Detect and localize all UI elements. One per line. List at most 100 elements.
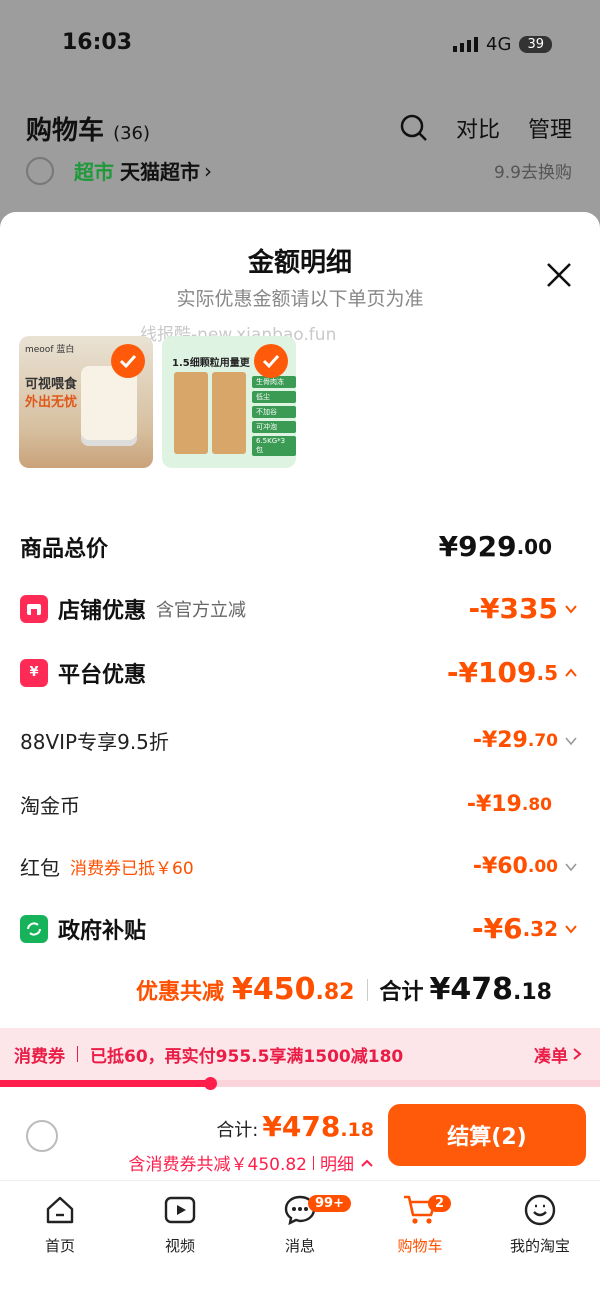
tab-label: 首页 (44, 1237, 75, 1255)
tab-video[interactable]: 视频 (120, 1191, 240, 1256)
currency-symbol: ¥ (438, 530, 459, 563)
add-items-button[interactable]: 凑单 (534, 1042, 582, 1067)
chevron-down-icon (565, 924, 577, 934)
progress-knob (204, 1077, 217, 1090)
value-int: -¥60 (472, 854, 528, 879)
detail-label: 明细 (320, 1155, 354, 1175)
row-platform-discount[interactable]: ¥ 平台优惠 -¥109.5 (20, 656, 578, 689)
add-items-label: 凑单 (534, 1046, 568, 1067)
row-value: -¥60.00 (473, 854, 578, 879)
row-value: -¥335 (468, 592, 578, 625)
sheet-title: 金额明细 (247, 248, 352, 278)
total-int: ¥478 (429, 972, 514, 1007)
bottom-tab-bar: 首页 视频 消息 99+ 购物车 2 我的淘宝 (0, 1180, 600, 1305)
feature-chip: 6.5KG*3包 (252, 436, 296, 456)
product-thumbnail-feeder[interactable]: meoof 蓝白 可视喂食 外出无忧 (19, 336, 153, 468)
coupon-label: 消费券 (14, 1046, 65, 1067)
row-red-packet[interactable]: 红包 消费券已抵￥60 -¥60.00 (20, 852, 578, 881)
manage-button[interactable]: 管理 (528, 112, 572, 144)
search-icon[interactable] (400, 114, 428, 142)
product-headline: 1.5细颗粒用量更 (172, 358, 250, 369)
store-name[interactable]: 天猫超市 (120, 156, 200, 185)
row-value: -¥109.5 (447, 656, 578, 689)
coupon-message: 已抵60，再实付955.5享满1500减180 (90, 1046, 404, 1067)
cart-badge: 2 (428, 1195, 452, 1212)
value-dec: .80 (521, 794, 552, 815)
select-all-radio[interactable] (26, 1120, 58, 1152)
page-title: 购物车 (36) (26, 110, 150, 147)
feature-chips: 生骨肉冻 低尘 不加谷 可冲泡 6.5KG*3包 (252, 376, 296, 456)
chevron-down-icon (565, 604, 577, 614)
store-row: 超市 天猫超市 › 9.9去换购 (26, 156, 572, 185)
value-int: -¥29 (472, 728, 528, 753)
row-gov-subsidy[interactable]: 政府补贴 -¥6.32 (20, 912, 578, 945)
discount-label: 优惠共减 (136, 980, 225, 1005)
compare-button[interactable]: 对比 (456, 112, 500, 144)
catfood-bag-image (212, 372, 246, 454)
catfood-bag-image (174, 372, 208, 454)
chevron-right-icon: › (204, 158, 212, 183)
store-select-radio[interactable] (26, 156, 54, 185)
checkout-discount-note: 含消费券共减￥450.82 (128, 1155, 307, 1175)
checkout-note[interactable]: 含消费券共减￥450.82 明细 (129, 1150, 374, 1175)
profile-icon (524, 1194, 556, 1226)
tab-label: 消息 (284, 1237, 315, 1255)
row-value: -¥6.32 (472, 912, 578, 945)
tab-label: 视频 (164, 1237, 195, 1255)
close-icon[interactable] (544, 260, 574, 290)
subsidy-icon (20, 914, 48, 943)
product-thumbnail-catfood[interactable]: 1.5细颗粒用量更 生骨肉冻 低尘 不加谷 可冲泡 6.5KG*3包 (162, 336, 296, 468)
row-label: 店铺优惠 (58, 598, 147, 624)
signal-icon (453, 37, 479, 52)
shop-icon (20, 594, 48, 623)
checkout-bar: 合计: ¥478 .18 含消费券共减￥450.82 明细 结算(2) (0, 1092, 600, 1180)
row-note: 消费券已抵￥60 (70, 859, 194, 879)
total-label: 合计 (379, 980, 424, 1005)
tab-message[interactable]: 消息 99+ (240, 1191, 360, 1256)
coupon-icon: ¥ (20, 658, 48, 687)
battery-icon: 39 (519, 36, 552, 53)
chevron-down-icon (565, 862, 577, 871)
discount-int: ¥450 (232, 972, 316, 1007)
discount-dec: .82 (315, 980, 355, 1005)
row-value: -¥29.70 (473, 728, 578, 753)
product-headline: 可视喂食 外出无忧 (25, 376, 77, 412)
row-label: 88VIP专享9.5折 (20, 730, 169, 754)
row-value: -¥19.80 (467, 792, 552, 817)
value-dec: .70 (527, 730, 558, 751)
coupon-bar[interactable]: 消费券 已抵60，再实付955.5享满1500减180 凑单 (0, 1028, 600, 1080)
feature-chip: 可冲泡 (252, 421, 296, 433)
discount-summary: 优惠共减 ¥450 .82 合计 ¥478 .18 (136, 972, 552, 1007)
row-store-discount[interactable]: 店铺优惠 含官方立减 -¥335 (20, 592, 578, 625)
row-label: 红包 (20, 856, 60, 880)
row-vip-discount[interactable]: 88VIP专享9.5折 -¥29.70 (20, 726, 578, 755)
tab-label: 我的淘宝 (509, 1237, 570, 1255)
chevron-down-icon (565, 736, 577, 745)
chevron-right-icon (573, 1048, 582, 1060)
top-actions: 对比 管理 (400, 112, 572, 144)
value-dec: .32 (522, 916, 558, 941)
amount-detail-sheet: 金额明细 实际优惠金额请以下单页为准 线报酷-new.xianbao.fun m… (0, 212, 600, 1305)
checkout-button[interactable]: 结算(2) (388, 1104, 586, 1166)
row-label: 平台优惠 (58, 662, 147, 688)
value-int: -¥109 (446, 656, 537, 689)
row-total-price: 商品总价 ¥929.00 (20, 530, 578, 563)
store-tag: 超市 (74, 160, 114, 184)
row-label: 政府补贴 (58, 918, 147, 944)
value-int: 929 (458, 530, 517, 563)
coupon-progress (0, 1077, 600, 1090)
feeder-image (81, 366, 137, 446)
product-headline-2: 外出无忧 (25, 395, 78, 410)
check-icon (111, 344, 145, 378)
chevron-up-icon (361, 1159, 373, 1167)
tab-cart[interactable]: 购物车 2 (360, 1191, 480, 1256)
store-promo[interactable]: 9.9去换购 (494, 158, 572, 183)
feature-chip: 不加谷 (252, 406, 296, 418)
tab-profile[interactable]: 我的淘宝 (480, 1191, 600, 1256)
network-label: 4G (486, 34, 512, 55)
status-indicators: 4G 39 (453, 34, 552, 55)
checkout-total-label: 合计: (216, 1120, 259, 1141)
progress-fill (0, 1080, 210, 1087)
tab-home[interactable]: 首页 (0, 1191, 120, 1256)
divider (366, 978, 368, 1001)
